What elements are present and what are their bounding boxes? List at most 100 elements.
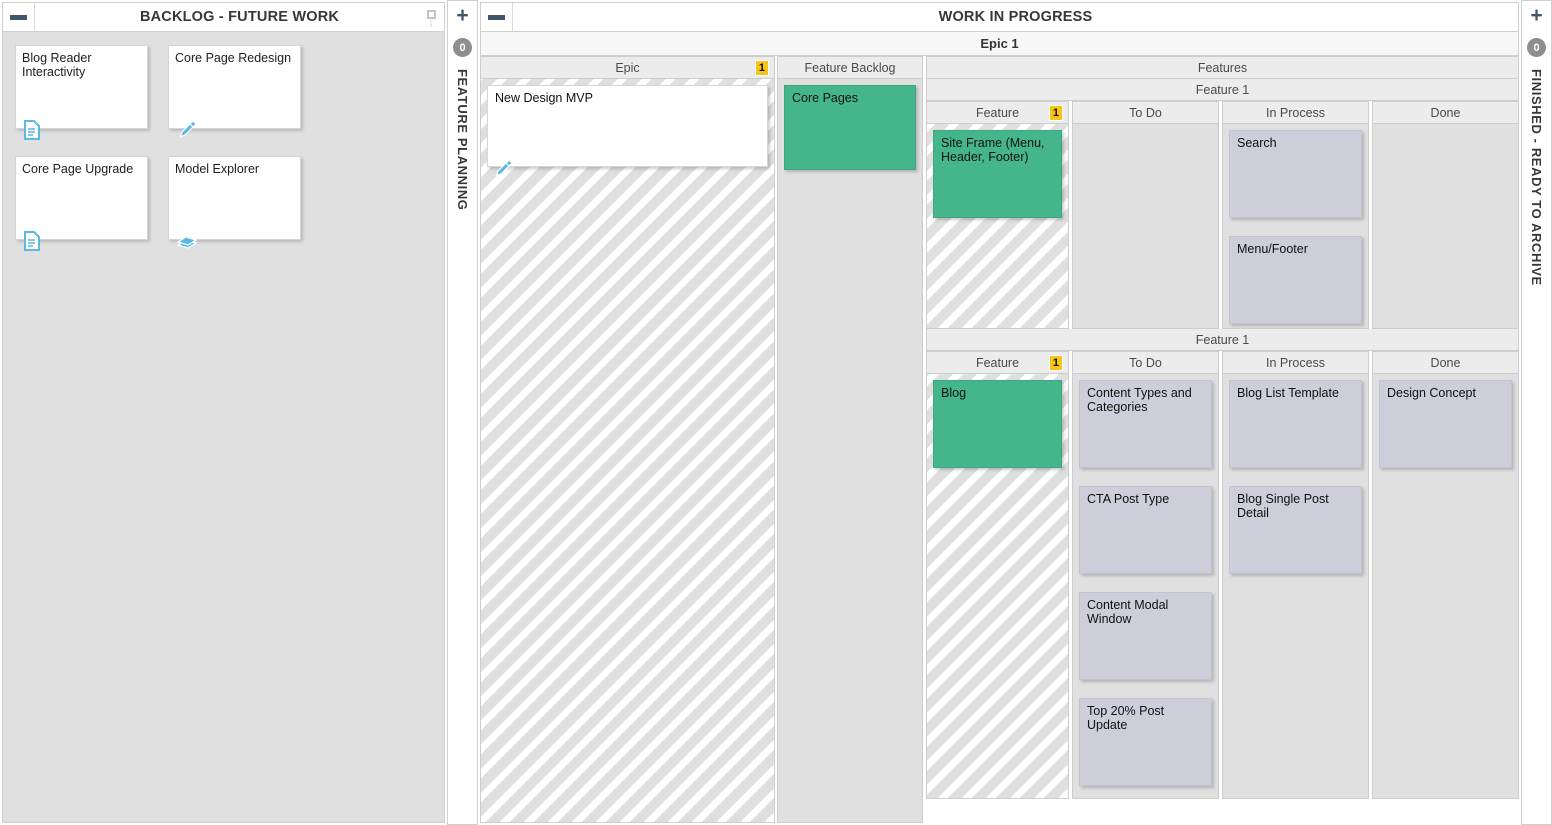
feature-backlog-drop-zone[interactable]: Core Pages (777, 79, 923, 823)
wip-panel-title: WORK IN PROGRESS (938, 9, 1093, 25)
pencil-icon (177, 120, 197, 140)
column-header: To Do (1072, 351, 1219, 374)
backlog-card-title: Core Page Redesign (175, 51, 292, 65)
kanban-card[interactable]: New Design MVP (487, 85, 768, 177)
column-header-label: Feature (975, 105, 1020, 120)
add-card-button[interactable]: + (1530, 5, 1542, 27)
kanban-card[interactable]: Top 20% Post Update (1079, 698, 1212, 786)
column-header: Done (1372, 101, 1519, 124)
backlog-card[interactable]: Blog Reader Interactivity (15, 45, 148, 140)
kanban-card-title: Core Pages (792, 91, 859, 105)
kanban-card[interactable]: Blog List Template (1229, 380, 1362, 468)
column-drop-zone[interactable]: Blog List Template Blog Single Post Detai… (1222, 374, 1369, 799)
backlog-card[interactable]: Model Explorer (168, 156, 301, 249)
backlog-panel-title: BACKLOG - FUTURE WORK (139, 9, 340, 25)
document-icon (24, 120, 40, 140)
epic-title: Epic 1 (480, 32, 1519, 56)
wip-body: Epic 1 New Design MVP Feature Backlog Co… (480, 56, 1519, 823)
kanban-card[interactable]: Blog (933, 380, 1062, 468)
column-header: In Process (1222, 351, 1369, 374)
collapse-down-icon[interactable]: ↓ (424, 6, 438, 30)
kanban-card[interactable]: CTA Post Type (1079, 486, 1212, 574)
kanban-card[interactable]: Content Modal Window (1079, 592, 1212, 680)
epic-drop-zone[interactable]: New Design MVP (480, 79, 775, 823)
finished-ready-to-archive-strip[interactable]: + 0 FINISHED - READY TO ARCHIVE (1521, 0, 1552, 825)
column-header-label: To Do (1129, 105, 1162, 120)
kanban-card[interactable]: Design Concept (1379, 380, 1512, 468)
swimlane: Feature 1 Feature 1 Blog To Do Content Types … (926, 329, 1519, 799)
backlog-card[interactable]: Core Page Redesign (168, 45, 301, 138)
swimlane-title: Feature 1 (926, 79, 1519, 101)
kanban-card[interactable]: Content Types and Categories (1079, 380, 1212, 468)
kanban-card-title: Top 20% Post Update (1087, 704, 1165, 732)
feature-planning-strip[interactable]: + 0 FEATURE PLANNING (447, 0, 478, 825)
wip-panel-header: WORK IN PROGRESS (480, 2, 1519, 32)
add-card-button[interactable]: + (456, 5, 468, 27)
backlog-card-list: Blog Reader Interactivity Core Page Redes… (2, 32, 445, 823)
column-header-label: To Do (1129, 355, 1162, 370)
feature-planning-count-badge: 0 (453, 38, 472, 57)
feature-backlog-column: Feature Backlog Core Pages (777, 56, 926, 823)
kanban-card-title: Blog List Template (1237, 386, 1339, 400)
epic-column-header: Epic 1 (480, 56, 775, 79)
kanban-card-title: Content Modal Window (1087, 598, 1169, 626)
kanban-card-title: Blog Single Post Detail (1237, 492, 1329, 520)
column-header: To Do (1072, 101, 1219, 124)
kanban-card[interactable]: Site Frame (Menu, Header, Footer) (933, 130, 1062, 218)
swimlane-column-to-do: To Do Content Types and Categories CTA Pos… (1072, 351, 1222, 799)
epic-column-label: Epic (615, 60, 640, 75)
column-header-label: Done (1430, 355, 1461, 370)
swimlane-container: Feature 1 Feature 1 Site Frame (Menu, Heade… (926, 79, 1519, 823)
swimlane-column-done: Done Design Concept (1372, 351, 1519, 799)
column-header-label: Done (1430, 105, 1461, 120)
kanban-card-title: Content Types and Categories (1087, 386, 1192, 414)
feature-backlog-label: Feature Backlog (804, 60, 896, 75)
swimlane-column-to-do: To Do (1072, 101, 1222, 329)
kanban-card-title: Site Frame (Menu, Header, Footer) (941, 136, 1045, 164)
swimlane-title: Feature 1 (926, 329, 1519, 351)
backlog-card-title: Blog Reader Interactivity (22, 51, 92, 79)
column-drop-zone[interactable]: Site Frame (Menu, Header, Footer) (926, 124, 1069, 329)
kanban-card-title: CTA Post Type (1087, 492, 1170, 506)
wip-limit-badge: 1 (1048, 105, 1063, 121)
column-drop-zone[interactable]: Design Concept (1372, 374, 1519, 799)
epic-column: Epic 1 New Design MVP (480, 56, 777, 823)
swimlane-column-in-process: In Process Search Menu/Footer (1222, 101, 1372, 329)
finished-label: FINISHED - READY TO ARCHIVE (1529, 69, 1544, 286)
document-icon (24, 231, 40, 251)
backlog-panel: BACKLOG - FUTURE WORK ↓ Blog Reader Inte… (0, 0, 447, 825)
kanban-card[interactable]: Menu/Footer (1229, 236, 1362, 324)
features-header: Features (926, 56, 1519, 79)
backlog-card[interactable]: Core Page Upgrade (15, 156, 148, 251)
minus-icon[interactable] (3, 3, 35, 31)
column-drop-zone[interactable] (1372, 124, 1519, 329)
kanban-card[interactable]: Search (1229, 130, 1362, 218)
finished-count-badge: 0 (1527, 38, 1546, 57)
column-header-label: In Process (1265, 355, 1326, 370)
pencil-icon (493, 159, 513, 179)
wip-limit-badge: 1 (1048, 355, 1063, 371)
kanban-card-title: Search (1237, 136, 1277, 150)
backlog-card-title: Core Page Upgrade (22, 162, 134, 176)
backlog-card-title: Model Explorer (175, 162, 260, 176)
swimlane-column-in-process: In Process Blog List Template Blog Single … (1222, 351, 1372, 799)
swimlane-columns: Feature 1 Blog To Do Content Types and Categ… (926, 351, 1519, 799)
swimlane: Feature 1 Feature 1 Site Frame (Menu, Heade… (926, 79, 1519, 329)
column-drop-zone[interactable]: Search Menu/Footer (1222, 124, 1369, 329)
backlog-panel-header: BACKLOG - FUTURE WORK ↓ (2, 2, 445, 32)
kanban-card-title: New Design MVP (495, 91, 593, 105)
column-drop-zone[interactable]: Blog (926, 374, 1069, 799)
features-region: Features Feature 1 Feature 1 Site Frame (Me… (926, 56, 1519, 823)
column-header: Feature 1 (926, 351, 1069, 374)
column-drop-zone[interactable]: Content Types and Categories CTA Post Typ… (1072, 374, 1219, 799)
minus-icon[interactable] (481, 3, 513, 31)
feature-backlog-header: Feature Backlog (777, 56, 923, 79)
kanban-card[interactable]: Core Pages (784, 85, 916, 170)
column-header: Done (1372, 351, 1519, 374)
column-drop-zone[interactable] (1072, 124, 1219, 329)
work-in-progress-panel: WORK IN PROGRESS Epic 1 Epic 1 New Desig… (478, 0, 1521, 825)
kanban-card-title: Menu/Footer (1237, 242, 1308, 256)
column-header: Feature 1 (926, 101, 1069, 124)
kanban-card[interactable]: Blog Single Post Detail (1229, 486, 1362, 574)
swimlane-columns: Feature 1 Site Frame (Menu, Header, Footer… (926, 101, 1519, 329)
